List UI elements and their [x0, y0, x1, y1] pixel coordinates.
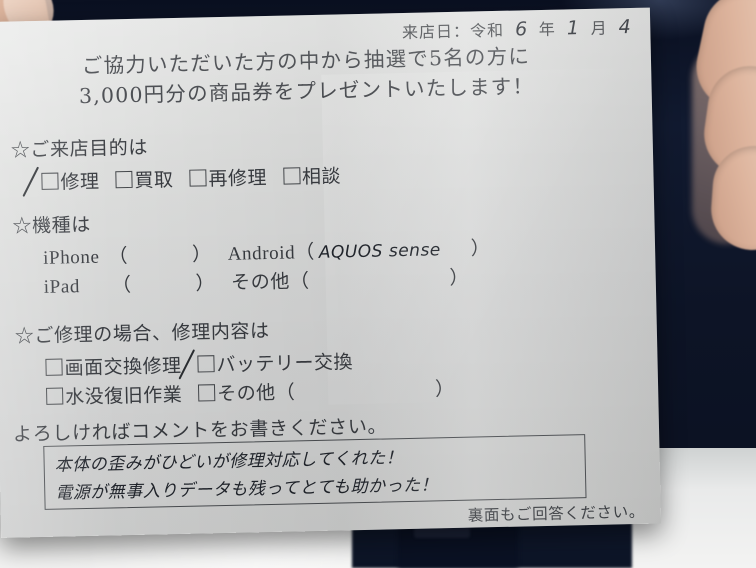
paren-close-iphone: ） — [191, 243, 212, 266]
comment-line-2: 電源が無事入りデータも残ってとても助かった！ — [55, 475, 439, 504]
option-label-kaitori[interactable]: 買取 — [134, 169, 173, 192]
visit-date-month-unit: 月 — [590, 18, 608, 38]
paren-close-ipad: ） — [195, 272, 216, 296]
star-marker-icon: ☆ — [10, 139, 31, 162]
paren-open-ipad: （ — [111, 274, 132, 297]
section-title-text: ご来店目的は — [30, 136, 149, 162]
questionnaire-paper: 来店日：令和 6 年 1 月 4 ご協力いただいた方の中から抽選で5名の方に 3… — [0, 7, 662, 538]
checkbox-kaitori[interactable] — [115, 170, 133, 189]
model-value-android[interactable]: AQUOS sense — [315, 240, 445, 263]
option-label-screen-replacement[interactable]: 画面交換修理 — [64, 355, 181, 380]
checkbox-water-damage-recovery[interactable] — [46, 387, 64, 406]
visit-date-label: 来店日：令和 — [401, 20, 505, 43]
paren-open-iphone: （ — [108, 245, 129, 268]
section-visit-purpose: ☆ご来店目的は 修理 買取 再修理 相談 — [10, 128, 342, 199]
model-value-ipad[interactable] — [132, 290, 196, 291]
option-label-saishuuri[interactable]: 再修理 — [208, 167, 267, 190]
option-label-shuuri[interactable]: 修理 — [60, 171, 99, 194]
section-title-text: 機種は — [31, 213, 92, 238]
section-device-model: ☆機種は iPhone （） Android（ AQUOS sense） iPad （）… — [12, 201, 491, 303]
visit-date-year-value: 6 — [514, 18, 528, 41]
checkbox-screen-replacement[interactable] — [45, 358, 63, 376]
visit-date-year-unit: 年 — [538, 19, 557, 40]
comment-line-1: 本体の歪みがひどいが修理対応してくれた！ — [54, 448, 404, 476]
model-label-android: Android — [227, 242, 296, 265]
section-device-model-title: ☆機種は — [12, 201, 490, 238]
section-repair-content: ☆ご修理の場合、修理内容は 画面交換修理 バッテリー交換 水没復旧作業 その他（ ） — [15, 312, 455, 414]
right-hand — [630, 0, 756, 296]
star-marker-icon: ☆ — [14, 325, 35, 348]
photo-scene: 来店日：令和 6 年 1 月 4 ご協力いただいた方の中から抽選で5名の方に 3… — [0, 0, 756, 568]
option-label-water-damage-recovery[interactable]: 水没復旧作業 — [65, 384, 182, 409]
paren-close-android: ） — [470, 237, 491, 260]
option-label-soudan[interactable]: 相談 — [302, 165, 341, 188]
paren-open-other: （ — [289, 270, 310, 293]
visit-date-month-value: 1 — [566, 17, 580, 40]
paren-close-other: ） — [449, 267, 470, 290]
visit-purpose-options-row: 修理 買取 再修理 相談 — [41, 162, 341, 198]
model-value-iphone[interactable] — [128, 261, 192, 262]
model-label-iphone: iPhone — [42, 246, 100, 269]
section-visit-purpose-title: ☆ご来店目的は — [10, 128, 340, 162]
paren-open-repair-other: （ — [275, 381, 296, 405]
checkbox-repair-other[interactable] — [197, 384, 216, 402]
paren-open-android: （ — [294, 240, 316, 264]
model-label-ipad: iPad — [43, 276, 81, 299]
section-repair-content-title: ☆ご修理の場合、修理内容は — [15, 312, 454, 349]
visit-date-line: 来店日：令和 6 年 1 月 4 — [402, 14, 637, 43]
section-title-text: ご修理の場合、修理内容は — [34, 319, 270, 348]
repair-other-value[interactable] — [295, 396, 435, 399]
star-marker-icon: ☆ — [12, 215, 33, 238]
checkbox-soudan[interactable] — [282, 167, 301, 185]
prize-headline: ご協力いただいた方の中から抽選で5名の方に 3,000円分の商品券をプレゼントい… — [0, 40, 652, 114]
back-side-footnote: 裏面もご回答ください。 — [467, 502, 646, 525]
checkbox-battery-replacement[interactable] — [197, 355, 215, 373]
model-value-other[interactable] — [310, 284, 450, 287]
comment-box[interactable]: 本体の歪みがひどいが修理対応してくれた！ 電源が無事入りデータも残ってとても助か… — [43, 434, 587, 510]
checkbox-saishuuri[interactable] — [189, 169, 207, 187]
paren-close-repair-other: ） — [434, 378, 455, 401]
option-label-repair-other[interactable]: その他 — [217, 382, 276, 405]
option-label-battery-replacement[interactable]: バッテリー交換 — [216, 351, 353, 376]
model-label-other: その他 — [230, 270, 291, 295]
checkbox-shuuri[interactable] — [41, 172, 59, 190]
